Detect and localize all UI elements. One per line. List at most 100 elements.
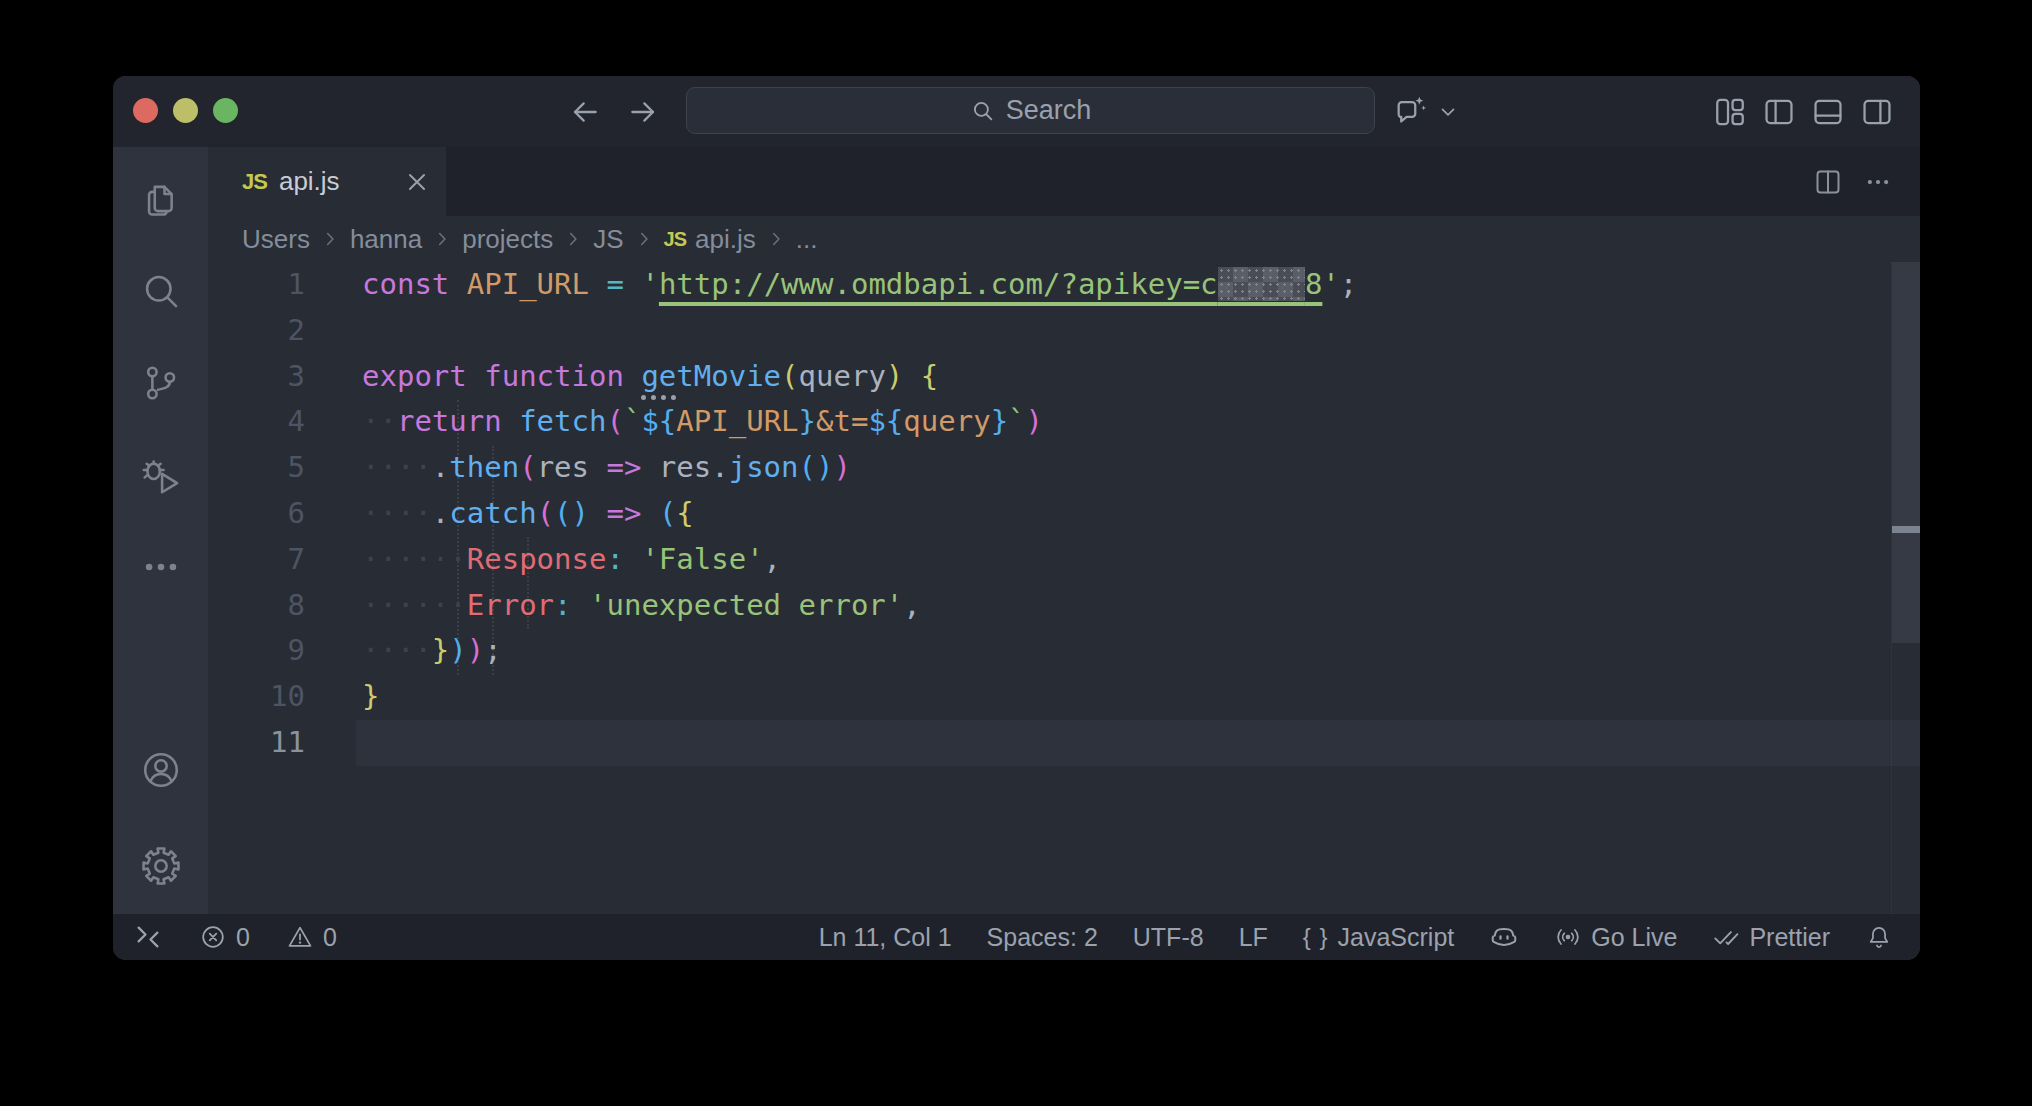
breadcrumb-chevron-icon [432,229,452,249]
line-number: 2 [208,308,305,354]
code-line-11[interactable]: 11 [208,720,1920,766]
breadcrumb-item[interactable]: hanna [350,224,422,255]
activity-bar-top [139,177,183,589]
breadcrumb-symbol-tail[interactable]: ... [796,224,818,255]
status-cursor-position[interactable]: Ln 11, Col 1 [819,923,952,952]
line-number: 1 [208,262,305,308]
search-sidebar-icon[interactable] [139,269,183,313]
error-icon [199,923,227,951]
code-line-10[interactable]: 10} [208,674,1920,720]
bell-icon [1865,923,1893,951]
status-indentation[interactable]: Spaces: 2 [987,923,1098,952]
js-file-icon: JS [664,228,686,251]
status-eol-sequence[interactable]: LF [1239,923,1268,952]
tab-api-js[interactable]: JS api.js [208,147,446,216]
titlebar: Search [113,76,1920,147]
minimize-window-button[interactable] [173,98,198,123]
editor-more-actions-icon[interactable] [1863,167,1893,197]
code-line-8[interactable]: 8······Error: 'unexpected error', [208,583,1920,629]
command-center-search[interactable]: Search [686,87,1375,134]
line-number: 6 [208,491,305,537]
status-errors-count[interactable]: 0 [199,923,250,952]
code-line-9[interactable]: 9 ····})); [208,628,1920,674]
code-text: ····})); [362,628,502,674]
breadcrumb-item[interactable]: JS [593,224,623,255]
copilot-chevron-down-icon[interactable] [1437,101,1459,123]
source-control-icon[interactable] [139,361,183,405]
breadcrumb-item[interactable]: Users [242,224,310,255]
breadcrumb-chevron-icon [563,229,583,249]
toggle-panel-icon[interactable] [1811,95,1845,129]
line-number: 8 [208,583,305,629]
breadcrumb-chevron-icon [634,229,654,249]
code-line-7[interactable]: 7······Response: 'False', [208,537,1920,583]
history-navigation [569,76,659,147]
zoom-window-button[interactable] [213,98,238,123]
breadcrumb-file[interactable]: JS api.js [664,224,756,255]
code-line-4[interactable]: 4··return fetch(`${API_URL}&t=${query}`) [208,399,1920,445]
close-window-button[interactable] [133,98,158,123]
remote-icon [133,922,163,952]
settings-gear-icon[interactable] [139,844,183,888]
status-text: 0 [236,923,250,952]
customize-layout-icon[interactable] [1713,95,1747,129]
forward-button[interactable] [627,96,659,128]
overview-ruler-cursor-marker [1892,526,1920,533]
scrollbar-thumb[interactable] [1892,262,1920,643]
breadcrumb-chevron-icon [320,229,340,249]
accounts-icon[interactable] [139,748,183,792]
code-text: ··return fetch(`${API_URL}&t=${query}`) [362,399,1043,445]
more-views-icon[interactable] [139,545,183,589]
status-bar: 00 Ln 11, Col 1Spaces: 2UTF-8LF{ }JavaSc… [113,914,1920,960]
back-button[interactable] [569,96,601,128]
status-text: UTF-8 [1133,923,1204,952]
status-warnings-count[interactable]: 0 [286,923,337,952]
status-text: LF [1239,923,1268,952]
status-language-mode[interactable]: { } JavaScript [1303,923,1454,952]
status-bar-left: 00 [133,922,337,952]
split-editor-icon[interactable] [1813,167,1843,197]
breadcrumb-item[interactable]: projects [462,224,553,255]
code-line-3[interactable]: 3export function getMovie(query) { [208,354,1920,400]
status-prettier[interactable]: Prettier [1712,923,1830,952]
copilot-controls [1393,76,1459,147]
run-debug-icon[interactable] [139,453,183,497]
line-number: 9 [208,628,305,674]
status-copilot-status[interactable] [1489,922,1519,952]
status-text: JavaScript [1338,923,1455,952]
status-go-live[interactable]: Go Live [1554,923,1677,952]
code-lines: 1 const API_URL = 'http://www.omdbapi.com… [208,262,1920,766]
status-remote-indicator[interactable] [133,922,163,952]
braces-icon: { } [1303,923,1329,951]
code-text: } [362,674,379,720]
tab-label: api.js [279,166,340,197]
explorer-icon[interactable] [139,177,183,221]
tab-bar: JS api.js [208,147,1920,216]
broadcast-icon [1554,923,1582,951]
editor-scrollbar[interactable] [1891,262,1920,914]
status-encoding[interactable]: UTF-8 [1133,923,1204,952]
code-line-1[interactable]: 1 const API_URL = 'http://www.omdbapi.com… [208,262,1920,308]
line-number: 11 [208,720,305,766]
toggle-secondary-sidebar-icon[interactable] [1860,95,1894,129]
status-notifications[interactable] [1865,923,1893,951]
status-text: Go Live [1591,923,1677,952]
code-line-5[interactable]: 5····.then(res => res.json()) [208,445,1920,491]
copilot-icon [1489,922,1519,952]
breadcrumb-file-label: api.js [695,224,756,255]
status-bar-right: Ln 11, Col 1 Spaces: 2 UTF-8 LF { } JavaScrip… [819,922,1893,952]
tab-close-icon[interactable] [404,169,430,195]
code-text: const API_URL = 'http://www.omdbapi.com/… [362,262,1357,308]
status-text: 0 [323,923,337,952]
code-line-2[interactable]: 2 [208,308,1920,354]
warning-icon [286,923,314,951]
breadcrumb: Users hanna projects JS JS api.js... [208,216,1920,262]
code-editor[interactable]: 1 const API_URL = 'http://www.omdbapi.com… [208,262,1920,914]
search-placeholder: Search [1006,95,1092,126]
code-line-6[interactable]: 6····.catch(() => ({ [208,491,1920,537]
desktop-background: Search [0,0,2032,1106]
copilot-chat-icon[interactable] [1393,95,1427,129]
editor-actions [1813,147,1893,216]
toggle-primary-sidebar-icon[interactable] [1762,95,1796,129]
workbench: JS api.js Users hanna projects JS JS api.js..… [113,147,1920,914]
